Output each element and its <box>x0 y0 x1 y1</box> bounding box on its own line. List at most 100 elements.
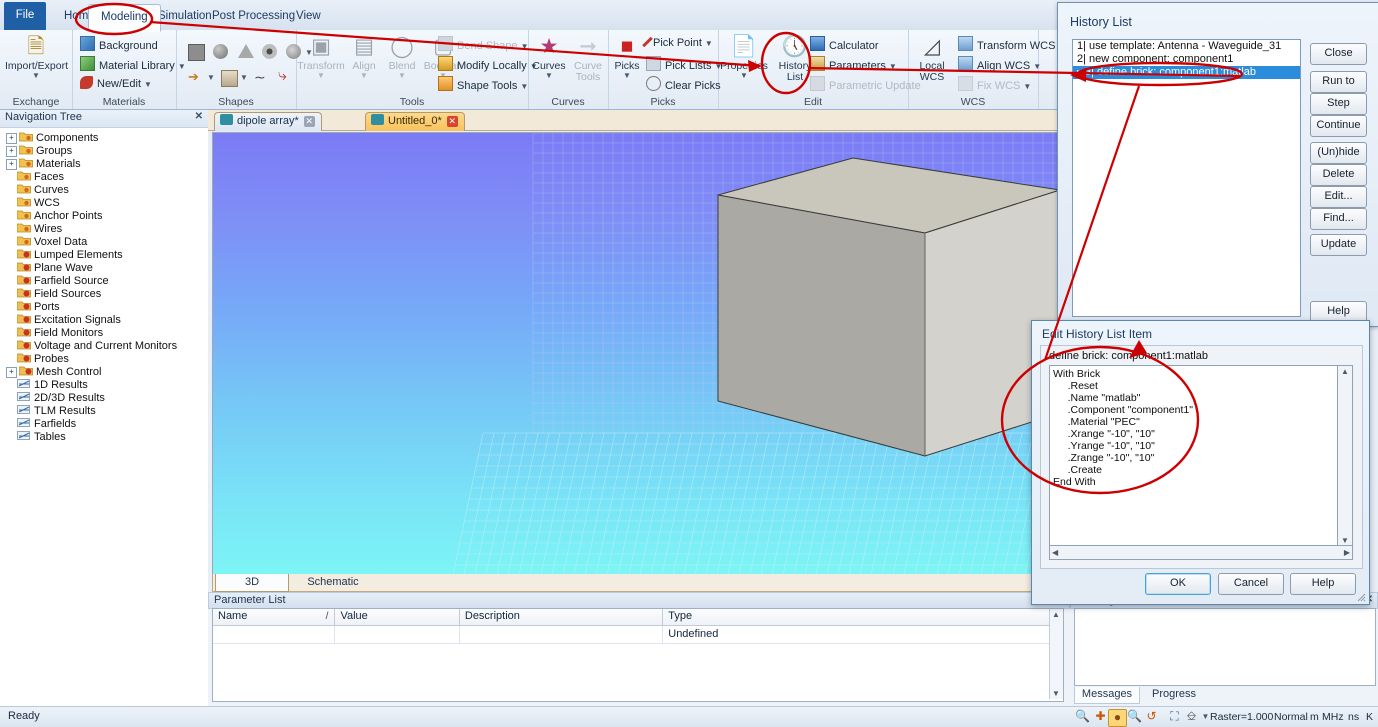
tree-item-ports[interactable]: Ports <box>0 300 208 313</box>
parametric-update-button[interactable]: Parametric Update <box>810 76 921 93</box>
local-wcs-button[interactable]: ◿ Local WCS <box>910 34 954 83</box>
viewport-tab-schematic[interactable]: Schematic <box>293 574 373 591</box>
scroll-left-icon[interactable]: ◀ <box>1052 548 1058 557</box>
tree-item-components[interactable]: + Components <box>0 131 208 144</box>
tree-item-wires[interactable]: Wires <box>0 222 208 235</box>
rotate-view-icon[interactable]: ● <box>1108 709 1127 727</box>
tree-item-faces[interactable]: Faces <box>0 170 208 183</box>
tree-item-field-monitors[interactable]: Field Monitors <box>0 326 208 339</box>
tree-item-groups[interactable]: + Groups <box>0 144 208 157</box>
history-close-button[interactable]: Close <box>1310 43 1367 65</box>
rotate-shape-icon[interactable] <box>221 70 238 87</box>
history-list-dialog[interactable]: History List 1| use template: Antenna - … <box>1057 2 1378 327</box>
scroll-up-icon[interactable]: ▲ <box>1052 610 1060 619</box>
chevron-down-icon[interactable]: ▼ <box>1023 82 1031 91</box>
chevron-down-icon[interactable]: ▼ <box>705 39 713 48</box>
tree-item-materials[interactable]: + Materials <box>0 157 208 170</box>
help-button[interactable]: Help <box>1290 573 1356 595</box>
tree-item-voltage-and-current-monitors[interactable]: Voltage and Current Monitors <box>0 339 208 352</box>
brick-shape-icon[interactable] <box>188 44 205 61</box>
code-horizontal-scrollbar[interactable]: ◀ ▶ <box>1049 545 1353 560</box>
material-library-button[interactable]: Material Library ▼ <box>80 56 186 74</box>
tree-item-probes[interactable]: Probes <box>0 352 208 365</box>
tree-item-field-sources[interactable]: Field Sources <box>0 287 208 300</box>
messages-output[interactable] <box>1074 608 1376 686</box>
history-step-button[interactable]: Step <box>1310 93 1367 115</box>
tree-item-curves[interactable]: Curves <box>0 183 208 196</box>
curve-tools-button[interactable]: ➞ Curve Tools <box>568 34 608 83</box>
transform-button[interactable]: ▣ Transform ▼ <box>296 34 346 80</box>
edit-history-list-item-dialog[interactable]: Edit History List Item define brick: com… <box>1031 320 1370 605</box>
calculator-button[interactable]: Calculator <box>810 36 879 53</box>
chevron-down-icon[interactable]: ▼ <box>144 80 152 89</box>
3d-viewport[interactable] <box>212 132 1068 576</box>
tree-item-tables[interactable]: Tables <box>0 430 208 443</box>
history-unhide-button[interactable]: (Un)hide <box>1310 142 1367 164</box>
expand-icon[interactable]: + <box>6 146 17 157</box>
history-continue-button[interactable]: Continue <box>1310 115 1367 137</box>
fix-wcs-button[interactable]: Fix WCS ▼ <box>958 76 1031 94</box>
table-row[interactable]: Undefined <box>213 626 1063 644</box>
column-header-type[interactable]: Type <box>663 609 1063 625</box>
vba-code-editor[interactable]: With Brick .Reset .Name "matlab" .Compon… <box>1049 365 1341 547</box>
shape-tools-button[interactable]: Shape Tools ▼ <box>438 76 528 94</box>
tree-item-tlm-results[interactable]: TLM Results <box>0 404 208 417</box>
scroll-down-icon[interactable]: ▼ <box>1052 689 1060 698</box>
bend-shape-button[interactable]: Bend Shape ▼ <box>438 36 528 54</box>
history-update-button[interactable]: Update <box>1310 234 1367 256</box>
sphere-shape-icon[interactable] <box>213 44 228 59</box>
close-icon[interactable]: ✕ <box>195 111 203 122</box>
tree-item-1d-results[interactable]: 1D Results <box>0 378 208 391</box>
messages-tab-progress[interactable]: Progress <box>1144 687 1204 703</box>
pick-lists-button[interactable]: Pick Lists ▼ <box>646 56 722 74</box>
brick-solid[interactable] <box>717 157 1061 457</box>
history-list-listbox[interactable]: 1| use template: Antenna - Waveguide_31 … <box>1072 39 1301 317</box>
viewport-tab-3d[interactable]: 3D <box>215 574 289 592</box>
history-find-button[interactable]: Find... <box>1310 208 1367 230</box>
tree-item-farfields[interactable]: Farfields <box>0 417 208 430</box>
list-item-selected[interactable]: ▶ 3| define brick: component1:matlab <box>1073 66 1300 79</box>
cell-value[interactable] <box>335 626 460 643</box>
new-edit-button[interactable]: New/Edit ▼ <box>80 76 152 92</box>
pick-point-button[interactable]: Pick Point ▼ <box>642 36 713 51</box>
cell-description[interactable] <box>460 626 664 643</box>
history-run-to-button[interactable]: Run to <box>1310 71 1367 93</box>
align-button[interactable]: ▤ Align ▼ <box>344 34 384 80</box>
expand-icon[interactable]: + <box>6 133 17 144</box>
resize-grip-icon[interactable] <box>1355 591 1366 602</box>
import-export-button[interactable]: 🗎 Import/Export ▼ <box>5 34 68 80</box>
tree-item-anchor-points[interactable]: Anchor Points <box>0 209 208 222</box>
document-tab-dipole-array[interactable]: dipole array* ✕ <box>214 112 322 131</box>
clear-picks-button[interactable]: Clear Picks <box>646 76 721 93</box>
ribbon-tab-modeling[interactable]: Modeling <box>88 4 161 32</box>
tree-item-2d-3d-results[interactable]: 2D/3D Results <box>0 391 208 404</box>
tree-item-voxel-data[interactable]: Voxel Data <box>0 235 208 248</box>
extrude-icon[interactable]: ➔ <box>188 70 203 85</box>
parameters-button[interactable]: Parameters ▼ <box>810 56 897 74</box>
chevron-down-icon[interactable]: ▼ <box>718 72 770 80</box>
chevron-down-icon[interactable]: ▼ <box>344 72 384 80</box>
loft-icon[interactable]: ∼ <box>254 70 269 85</box>
list-item[interactable]: 1| use template: Antenna - Waveguide_31 <box>1073 40 1300 53</box>
curves-button[interactable]: ★ Curves ▼ <box>528 34 570 80</box>
scroll-down-icon[interactable]: ▼ <box>1341 536 1349 545</box>
sweep-curve-icon[interactable]: ⤷ <box>278 68 293 84</box>
history-delete-button[interactable]: Delete <box>1310 164 1367 186</box>
chevron-down-icon[interactable]: ▼ <box>5 72 67 80</box>
ribbon-tab-file[interactable]: File <box>4 2 46 30</box>
scroll-right-icon[interactable]: ▶ <box>1344 548 1350 557</box>
column-header-name[interactable]: Name / <box>213 609 336 625</box>
parameter-list-scrollbar[interactable]: ▲ ▼ <box>1049 609 1063 699</box>
parameter-list-grid[interactable]: Name / Value Description Type Undefined … <box>212 608 1064 702</box>
expand-icon[interactable]: + <box>6 159 17 170</box>
tree-item-farfield-source[interactable]: Farfield Source <box>0 274 208 287</box>
close-icon[interactable]: ✕ <box>446 116 458 127</box>
chevron-down-icon[interactable]: ▼ <box>608 72 646 80</box>
history-edit-button[interactable]: Edit... <box>1310 186 1367 208</box>
torus-shape-icon[interactable] <box>262 44 277 59</box>
code-vertical-scrollbar[interactable]: ▲ ▼ <box>1337 365 1353 547</box>
cone-shape-icon[interactable] <box>238 44 254 58</box>
zoom-icon[interactable]: 🔍 <box>1126 709 1143 725</box>
properties-button[interactable]: 📄 Properties ▼ <box>718 34 770 80</box>
cell-name[interactable] <box>213 626 336 643</box>
